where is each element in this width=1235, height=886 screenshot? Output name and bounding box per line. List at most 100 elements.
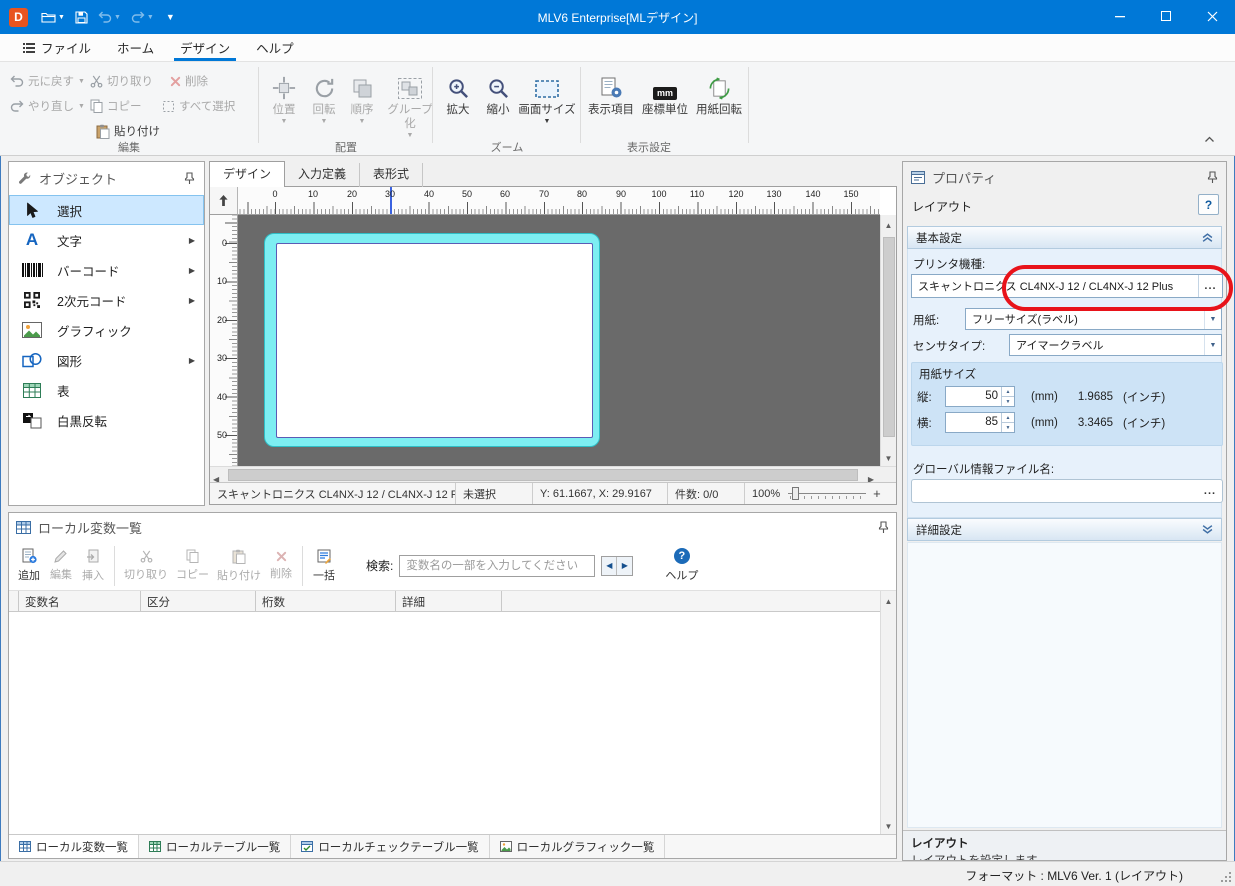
object-item-select[interactable]: 選択 [9, 195, 204, 225]
global-file-field[interactable]: ... [911, 479, 1223, 503]
slider-handle[interactable] [792, 487, 799, 500]
height-stepper[interactable]: ▲▼ [1001, 387, 1014, 406]
tab-local-check-tables[interactable]: ローカルチェックテーブル一覧 [291, 835, 489, 858]
object-item-barcode[interactable]: バーコード ▶ [9, 255, 204, 285]
spin-up-icon[interactable]: ▲ [1002, 387, 1014, 397]
chevron-down-icon: ▼ [544, 117, 551, 126]
variables-table-body[interactable] [9, 612, 880, 834]
order-button[interactable]: 順序 ▼ [342, 70, 382, 126]
maximize-button[interactable] [1143, 0, 1189, 33]
screen-size-button[interactable]: 画面サイズ ▼ [518, 70, 576, 126]
delete-button[interactable]: 削除 [170, 70, 208, 92]
zoom-out-button[interactable]: 縮小 [478, 70, 518, 117]
advanced-settings-section[interactable]: 詳細設定 [907, 518, 1222, 541]
spin-up-icon[interactable]: ▲ [1002, 413, 1014, 423]
tab-table-format[interactable]: 表形式 [360, 163, 423, 187]
column-header-detail[interactable]: 詳細 [396, 591, 502, 611]
object-item-table[interactable]: 表 [9, 375, 204, 405]
tab-local-graphics[interactable]: ローカルグラフィック一覧 [490, 835, 666, 858]
scroll-down-icon[interactable]: ▼ [881, 818, 896, 832]
open-button[interactable]: ▼ [36, 4, 70, 30]
paper-select[interactable]: フリーサイズ(ラベル) ▼ [965, 308, 1222, 330]
list-icon [23, 43, 35, 53]
ribbon-collapse-button[interactable] [1204, 136, 1215, 143]
select-all-button[interactable]: すべて選択 [162, 95, 235, 117]
object-item-text[interactable]: A 文字 ▶ [9, 225, 204, 255]
batch-button[interactable]: 一括 [308, 543, 340, 589]
add-variable-button[interactable]: 追加 [13, 543, 45, 589]
undo-button[interactable]: ▼ [93, 4, 126, 30]
pin-icon[interactable] [184, 172, 195, 185]
paper-rotate-button[interactable]: 用紙回転 [694, 70, 744, 117]
redo-button[interactable]: ▼ [126, 4, 159, 30]
object-item-graphic[interactable]: グラフィック [9, 315, 204, 345]
cut-button[interactable]: 切り取り [90, 70, 153, 92]
edit-variable-button[interactable]: 編集 [45, 543, 77, 589]
spin-down-icon[interactable]: ▼ [1002, 423, 1014, 432]
position-button[interactable]: 位置 ▼ [264, 70, 304, 126]
width-input[interactable]: 85 ▲▼ [945, 412, 1015, 433]
scroll-down-icon[interactable]: ▼ [881, 450, 896, 464]
object-item-shape[interactable]: 図形 ▶ [9, 345, 204, 375]
customize-quick-access-button[interactable]: ▼ [159, 4, 180, 30]
object-item-2dcode[interactable]: 2次元コード ▶ [9, 285, 204, 315]
object-item-invert[interactable]: 白黒反転 [9, 405, 204, 435]
label-media[interactable] [264, 233, 600, 447]
label-canvas[interactable] [238, 215, 880, 466]
variables-scrollbar[interactable]: ▲ ▼ [880, 591, 896, 834]
cut-variable-button[interactable]: 切り取り [120, 543, 172, 589]
tab-home[interactable]: ホーム [104, 34, 167, 61]
column-header-digits[interactable]: 桁数 [256, 591, 396, 611]
zoom-in-plus-button[interactable]: + [873, 486, 881, 501]
resize-grip[interactable] [1220, 871, 1232, 883]
help-button[interactable]: ? [1198, 194, 1219, 215]
printer-model-field[interactable]: スキャントロニクス CL4NX-J 12 / CL4NX-J 12 Plus .… [911, 274, 1223, 298]
zoom-slider[interactable] [788, 486, 866, 502]
pin-icon[interactable] [1207, 171, 1218, 184]
minimize-button[interactable] [1097, 0, 1143, 33]
search-input[interactable] [399, 555, 595, 577]
column-header-category[interactable]: 区分 [141, 591, 256, 611]
pin-icon[interactable] [878, 521, 889, 534]
tab-design-view[interactable]: デザイン [209, 161, 285, 187]
scroll-up-icon[interactable]: ▲ [881, 593, 896, 607]
save-button[interactable] [70, 4, 93, 30]
height-input[interactable]: 50 ▲▼ [945, 386, 1015, 407]
vertical-scrollbar[interactable]: ▲ ▼ [880, 215, 896, 466]
help-toolbar-button[interactable]: ? ヘルプ [661, 543, 702, 589]
tab-help[interactable]: ヘルプ [243, 34, 307, 61]
scroll-up-icon[interactable]: ▲ [881, 217, 896, 231]
column-header-name[interactable]: 変数名 [19, 591, 141, 611]
undo-ribbon-button[interactable]: 元に戻す ▼ [10, 70, 85, 92]
display-items-button[interactable]: 表示項目 [586, 70, 636, 117]
zoom-in-button[interactable]: 拡大 [438, 70, 478, 117]
horizontal-scrollbar[interactable]: ◀ ▶ [210, 466, 896, 482]
paste-variable-button[interactable]: 貼り付け [213, 543, 265, 589]
spin-down-icon[interactable]: ▼ [1002, 397, 1014, 406]
browse-button[interactable]: ... [1198, 275, 1222, 297]
insert-variable-button[interactable]: 挿入 [77, 543, 109, 589]
copy-button[interactable]: コピー [90, 95, 142, 117]
scrollbar-thumb[interactable] [228, 469, 858, 481]
width-stepper[interactable]: ▲▼ [1001, 413, 1014, 432]
coordinate-unit-button[interactable]: mm 座標単位 [640, 70, 690, 117]
tab-local-tables[interactable]: ローカルテーブル一覧 [139, 835, 291, 858]
search-next-button[interactable]: ▶ [617, 557, 632, 575]
scrollbar-thumb[interactable] [883, 237, 895, 437]
tab-design[interactable]: デザイン [167, 34, 243, 61]
tab-input-definition[interactable]: 入力定義 [285, 163, 360, 187]
copy-variable-button[interactable]: コピー [172, 543, 213, 589]
basic-settings-section[interactable]: 基本設定 [907, 226, 1222, 249]
sensor-type-select[interactable]: アイマークラベル ▼ [1009, 334, 1222, 356]
group-button[interactable]: グループ化 ▼ [382, 70, 438, 140]
tab-file[interactable]: ファイル [10, 34, 104, 61]
ruler-origin-button[interactable] [210, 187, 238, 215]
redo-ribbon-button[interactable]: やり直し ▼ [10, 95, 85, 117]
browse-button[interactable]: ... [1198, 480, 1222, 502]
search-prev-button[interactable]: ◀ [602, 557, 617, 575]
tab-local-variables[interactable]: ローカル変数一覧 [9, 835, 139, 858]
label-printable-area[interactable] [276, 243, 593, 438]
rotate-button[interactable]: 回転 ▼ [304, 70, 344, 126]
close-button[interactable] [1189, 0, 1235, 33]
delete-variable-button[interactable]: 削除 [265, 543, 297, 589]
